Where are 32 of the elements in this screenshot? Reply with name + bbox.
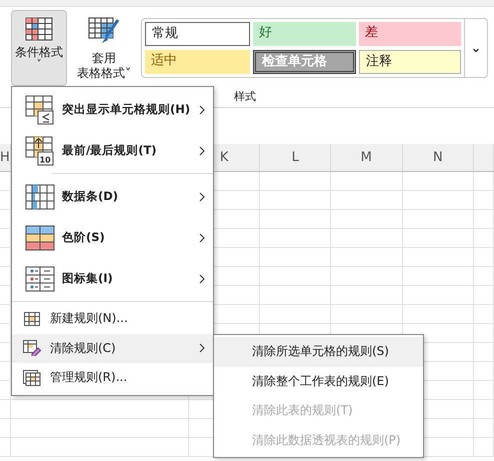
cell-style[interactable]: 好 — [253, 22, 356, 46]
ribbon-button[interactable]: 条件格式 ˅ — [11, 10, 67, 86]
cell-style[interactable]: 差 — [359, 22, 461, 46]
menu-item[interactable]: 数据条(D) — [12, 176, 213, 217]
table-icon — [23, 370, 41, 386]
menu-item[interactable]: 10 最前/最后规则(T) — [12, 130, 213, 171]
cell-style[interactable]: 注释 — [359, 50, 461, 74]
table-compare-icon — [25, 94, 55, 124]
menu-item[interactable]: 清除所选单元格的规则(S) — [214, 337, 423, 366]
menu-item[interactable]: 图标集(I) — [12, 258, 213, 299]
menu-item[interactable]: 新建规则(N)... — [12, 304, 213, 334]
table-icon — [25, 17, 53, 41]
menu-item[interactable]: 清除规则(C) — [12, 334, 213, 363]
data-bars-icon — [25, 184, 55, 210]
ribbon-button[interactable]: 套用 表格格式˅ — [71, 10, 137, 86]
table-icon — [24, 312, 40, 326]
menu-item[interactable]: 突出显示单元格规则(H) — [12, 89, 213, 130]
column-header[interactable]: H — [0, 150, 10, 165]
icon-sets-icon — [25, 266, 55, 292]
menu-item[interactable]: 色阶(S) — [12, 217, 213, 258]
menu-item[interactable]: 清除整个工作表的规则(E) — [214, 366, 423, 396]
group-label: 样式 — [234, 89, 256, 104]
cell-style[interactable]: 适中 — [145, 50, 250, 74]
cell-style[interactable]: 常规 — [145, 22, 250, 46]
column-header[interactable]: N — [432, 150, 443, 165]
column-header[interactable]: K — [220, 150, 228, 165]
column-header[interactable]: M — [360, 150, 372, 165]
color-scale-icon — [25, 224, 55, 250]
menu-item[interactable]: 管理规则(R)... — [12, 363, 213, 392]
eraser-icon — [23, 340, 41, 356]
more-button[interactable]: ⌄ — [464, 19, 487, 77]
column-header[interactable]: L — [292, 150, 299, 165]
